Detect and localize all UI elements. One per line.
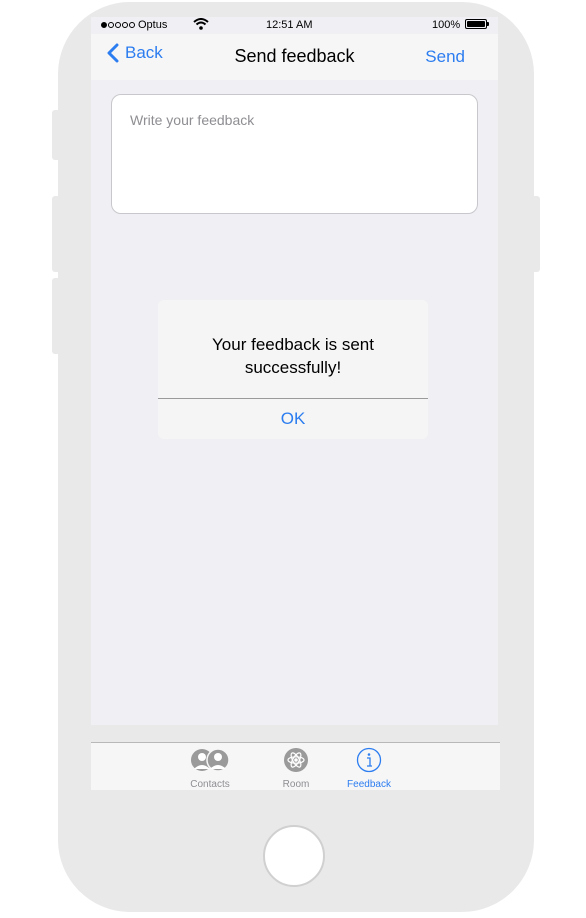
signal-dot-icon [108, 22, 114, 28]
tab-room-label: Room [282, 779, 310, 790]
alert-message-line2: successfully! [244, 358, 342, 377]
signal-dot-icon [122, 22, 128, 28]
signal-dot-icon [115, 22, 121, 28]
tab-room[interactable]: Room [261, 747, 331, 790]
alert-message: Your feedback is sent successfully! [178, 333, 408, 379]
tab-contacts[interactable]: Contacts [175, 747, 245, 790]
carrier-name: Optus [138, 19, 168, 31]
tab-feedback[interactable]: Feedback [334, 747, 404, 790]
feedback-placeholder: Write your feedback [130, 112, 255, 128]
volume-down-button [52, 278, 60, 354]
volume-up-button [52, 196, 60, 272]
signal-dot-icon [101, 22, 107, 28]
tab-bar: Contacts Room Feedback [91, 742, 500, 790]
home-button[interactable] [263, 825, 325, 887]
alert-message-line1: Your feedback is sent [212, 335, 374, 354]
feedback-input[interactable]: Write your feedback [111, 94, 478, 214]
battery-icon [465, 19, 489, 29]
power-button [532, 196, 540, 272]
signal-dot-icon [129, 22, 135, 28]
mute-switch [52, 110, 60, 160]
tab-feedback-label: Feedback [347, 779, 391, 790]
info-icon [356, 747, 382, 773]
success-alert: Your feedback is sent successfully! OK [158, 300, 428, 439]
ok-button[interactable]: OK [158, 399, 428, 439]
send-button[interactable]: Send [425, 47, 465, 67]
status-time: 12:51 AM [266, 19, 313, 31]
battery-percentage: 100% [432, 19, 461, 31]
wifi-icon [193, 18, 209, 30]
status-bar: Optus 12:51 AM 100% [91, 17, 498, 34]
tab-contacts-label: Contacts [190, 779, 230, 790]
atom-icon [284, 748, 308, 772]
carrier-signal: Optus [101, 19, 167, 31]
contacts-icon [191, 748, 230, 772]
